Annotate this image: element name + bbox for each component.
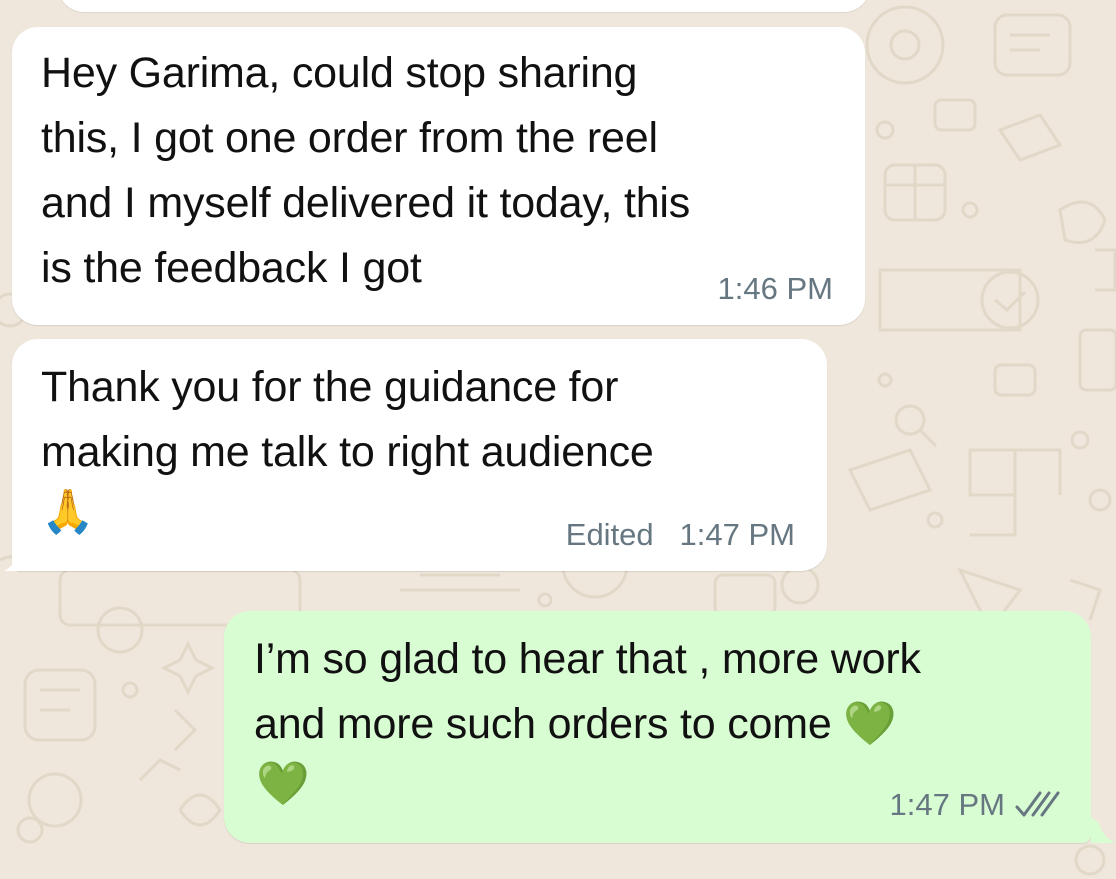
bubble-tail xyxy=(1091,817,1115,843)
bubble-tail xyxy=(4,545,30,571)
message-meta: 1:47 PM xyxy=(890,787,1061,823)
message-timestamp: 1:46 PM xyxy=(717,271,833,306)
green-heart-emoji: 💚 xyxy=(843,700,897,748)
folded-hands-emoji: 🙏 xyxy=(41,488,95,536)
message-text-body: I’m so glad to hear that , more work and… xyxy=(254,635,921,748)
message-timestamp: 1:47 PM xyxy=(889,787,1005,822)
outgoing-message-bubble[interactable]: I’m so glad to hear that , more work and… xyxy=(224,611,1091,843)
message-text: Thank you for the guidance for making me… xyxy=(41,363,654,476)
green-heart-emoji: 💚 xyxy=(256,760,310,808)
message-timestamp: 1:47 PM xyxy=(679,517,795,552)
edited-label: Edited xyxy=(565,517,654,552)
message-text: Hey Garima, could stop sharing this, I g… xyxy=(41,49,691,292)
message-meta: Edited 1:47 PM xyxy=(566,517,795,553)
message-text: I’m so glad to hear that , more work and… xyxy=(254,627,1084,757)
incoming-message-bubble[interactable]: Hey Garima, could stop sharing this, I g… xyxy=(12,27,865,325)
double-check-icon xyxy=(1015,791,1060,817)
incoming-message-bubble[interactable]: Thank you for the guidance for making me… xyxy=(12,339,827,571)
previous-message-bubble[interactable] xyxy=(58,0,870,12)
